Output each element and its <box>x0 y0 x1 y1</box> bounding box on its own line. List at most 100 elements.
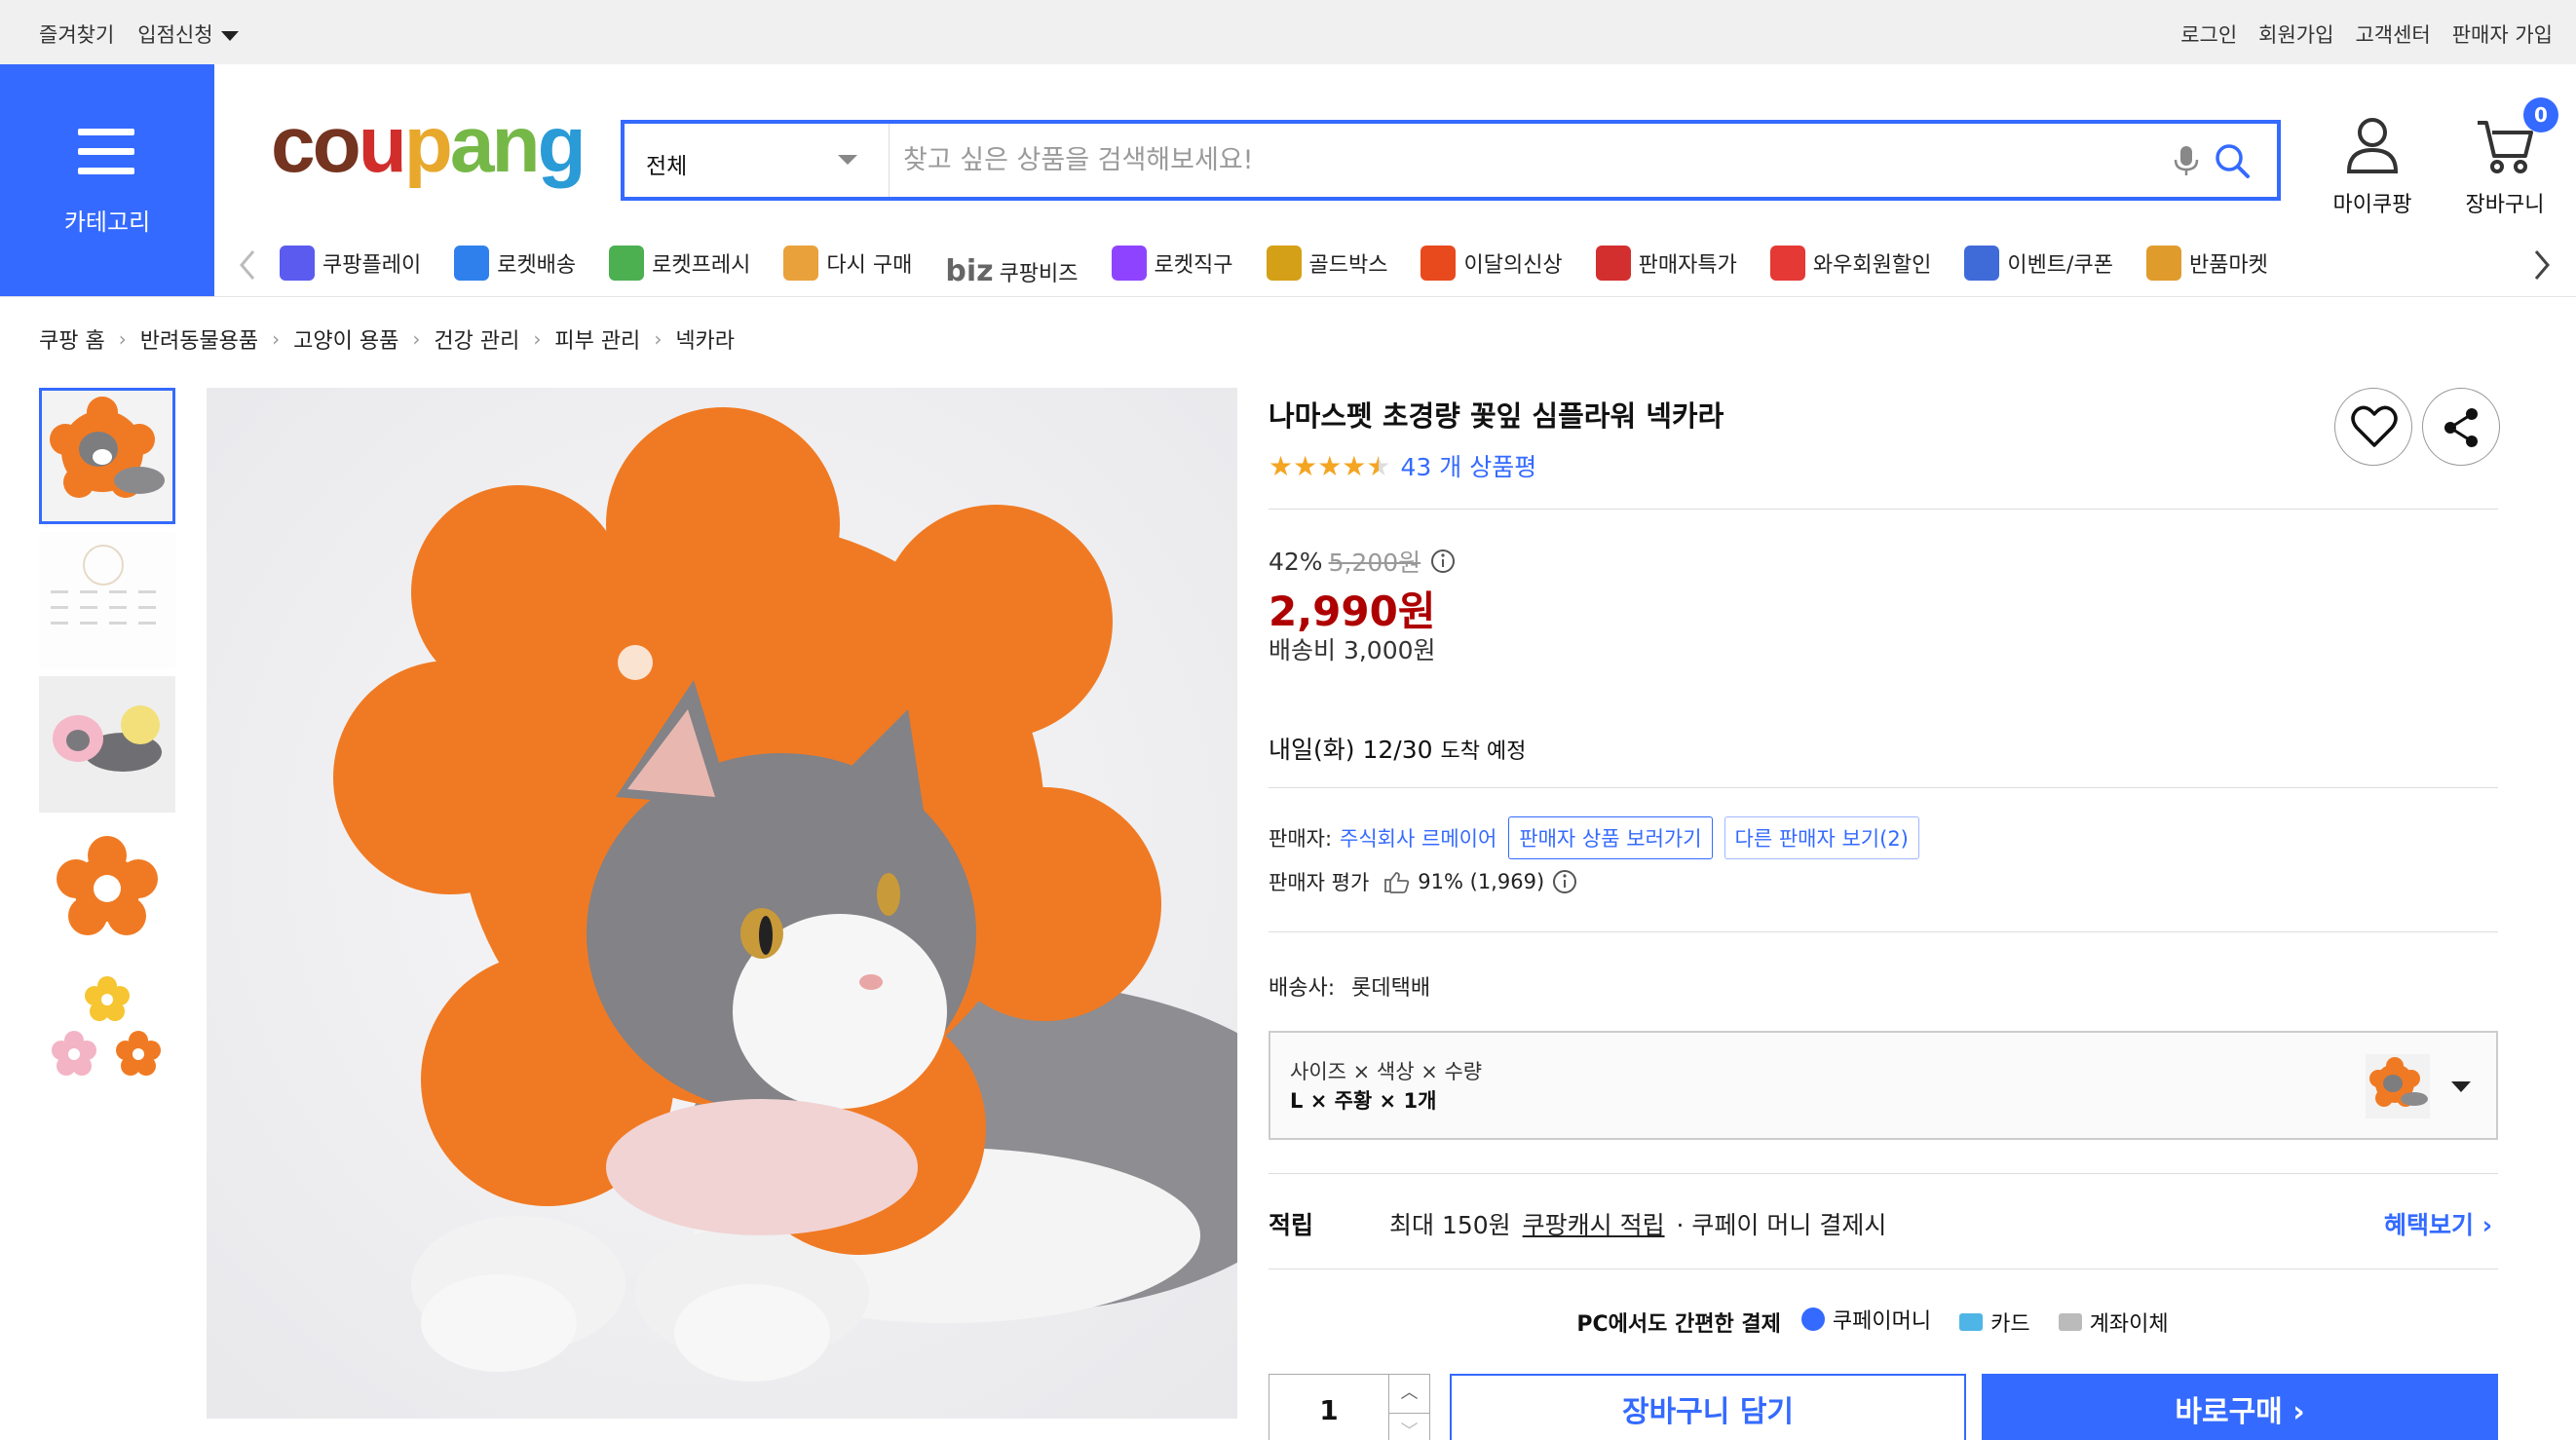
thumbnail-4[interactable] <box>39 820 175 957</box>
arrival-suffix: 도착 예정 <box>1440 739 1527 764</box>
breadcrumb-item[interactable]: 반려동물용품 <box>140 323 258 355</box>
service-nav-item[interactable]: biz 쿠팡비즈 <box>945 243 1078 293</box>
wishlist-button[interactable] <box>2334 388 2412 466</box>
review-count-link[interactable]: 43 개 상품평 <box>1401 448 1537 483</box>
divider <box>1269 1173 2498 1174</box>
service-icon <box>1111 246 1147 281</box>
category-menu-button[interactable]: 카테고리 <box>0 64 214 296</box>
service-label: 로켓직구 <box>1154 253 1233 278</box>
service-nav-item[interactable]: 다시 구매 <box>783 234 912 292</box>
pay-coupay: 쿠페이머니 <box>1800 1304 1932 1335</box>
partner-apply-dropdown[interactable]: 입점신청 <box>137 19 239 49</box>
service-nav-item[interactable]: 로켓직구 <box>1111 234 1233 292</box>
add-to-cart-button[interactable]: 장바구니 담기 <box>1450 1374 1966 1440</box>
reward-condition: · 쿠페이 머니 결제시 <box>1676 1211 1887 1239</box>
search-icon[interactable] <box>2211 139 2254 182</box>
pay-title: PC에서도 간편한 결제 <box>1576 1312 1781 1337</box>
service-nav-item[interactable]: 이벤트/쿠폰 <box>1964 234 2113 292</box>
benefit-link[interactable]: 혜택보기 › <box>2384 1206 2492 1241</box>
seller-signup-link[interactable]: 판매자 가입 <box>2452 19 2553 49</box>
option-value: L × 주황 × 1개 <box>1290 1089 1437 1113</box>
breadcrumb-item[interactable]: 피부 관리 <box>554 323 640 355</box>
service-nav-item[interactable]: 골드박스 <box>1266 234 1388 292</box>
service-nav: 쿠팡플레이 로켓배송 로켓프레시 다시 구매 biz 쿠팡비즈 로켓직구 골드박스 이달의신상 판… <box>229 234 2567 292</box>
service-nav-items: 쿠팡플레이 로켓배송 로켓프레시 다시 구매 biz 쿠팡비즈 로켓직구 골드박스 이달의신상 판… <box>280 234 2520 292</box>
main-product-image[interactable] <box>207 388 1237 1419</box>
quantity-value[interactable]: 1 <box>1269 1394 1388 1426</box>
service-label: 반품마켓 <box>2188 253 2268 278</box>
seller-name-link[interactable]: 주식회사 르메이어 <box>1340 823 1496 853</box>
service-nav-item[interactable]: 반품마켓 <box>2145 234 2268 292</box>
quantity-increase-button[interactable]: ︿ <box>1388 1375 1429 1414</box>
arrival-date: 내일(화) 12/30 <box>1269 736 1433 764</box>
thumbnail-5[interactable] <box>39 965 175 1101</box>
breadcrumb-separator-icon: › <box>272 327 281 351</box>
service-nav-item[interactable]: 쿠팡플레이 <box>280 234 421 292</box>
favorites-link[interactable]: 즐겨찾기 <box>39 19 114 49</box>
my-coupang-button[interactable]: 마이쿠팡 <box>2319 115 2426 218</box>
seller-products-button[interactable]: 판매자 상품 보러가기 <box>1508 816 1713 859</box>
breadcrumb-separator-icon: › <box>533 327 542 351</box>
service-nav-item[interactable]: 이달의신상 <box>1421 234 1563 292</box>
info-icon[interactable] <box>1430 549 1456 574</box>
search-input[interactable] <box>903 135 2150 184</box>
quantity-stepper: 1 ︿ ﹀ <box>1269 1374 1430 1440</box>
seller-rating-label: 판매자 평가 <box>1269 871 1370 894</box>
divider <box>1269 787 2498 788</box>
service-nav-item[interactable]: 판매자특가 <box>1595 234 1737 292</box>
product-rating[interactable]: ★★★★★ 43 개 상품평 <box>1269 448 1536 483</box>
signup-link[interactable]: 회원가입 <box>2258 19 2333 49</box>
cart-count-badge: 0 <box>2523 97 2558 133</box>
breadcrumb-item[interactable]: 건강 관리 <box>434 323 519 355</box>
service-nav-item[interactable]: 와우회원할인 <box>1769 234 1931 292</box>
bank-icon <box>2058 1313 2082 1331</box>
thumbnail-3[interactable] <box>39 676 175 813</box>
logo-part: g <box>537 100 587 189</box>
discount-rate: 42% <box>1269 547 1323 576</box>
coupang-cash-link[interactable]: 쿠팡캐시 적립 <box>1523 1211 1665 1239</box>
service-nav-item[interactable]: 로켓배송 <box>454 234 576 292</box>
caret-down-icon <box>220 31 239 41</box>
thumbnail-2[interactable] <box>39 532 175 668</box>
service-icon <box>280 246 315 281</box>
chevron-left-icon[interactable] <box>234 246 263 284</box>
breadcrumb-item[interactable]: 쿠팡 홈 <box>39 323 105 355</box>
other-sellers-button[interactable]: 다른 판매자 보기(2) <box>1724 816 1919 859</box>
breadcrumb-item[interactable]: 고양이 용품 <box>293 323 398 355</box>
reward-label: 적립 <box>1269 1211 1314 1239</box>
coupang-logo[interactable]: coupang <box>271 105 587 185</box>
thumbnail-1[interactable] <box>39 388 175 524</box>
support-link[interactable]: 고객센터 <box>2355 19 2430 49</box>
header-divider <box>0 296 2576 297</box>
cart-button[interactable]: 0 장바구니 <box>2451 97 2558 218</box>
search-scope-select[interactable]: 전체 <box>625 124 890 197</box>
pay-transfer: 계좌이체 <box>2058 1307 2169 1338</box>
courier-name: 롯데택배 <box>1351 976 1431 1001</box>
share-button[interactable] <box>2422 388 2500 466</box>
thumbnail-list <box>39 388 175 1109</box>
rating-stars: ★★★★★ <box>1269 449 1391 482</box>
service-icon <box>1769 246 1805 281</box>
reward-amount: 최대 150원 <box>1389 1211 1511 1239</box>
divider <box>1269 931 2498 932</box>
info-icon[interactable] <box>1552 869 1577 894</box>
chevron-down-icon <box>838 155 857 165</box>
cart-label: 장바구니 <box>2465 193 2545 217</box>
option-select[interactable]: 사이즈 × 색상 × 수량 L × 주황 × 1개 <box>1269 1031 2498 1140</box>
service-icon <box>609 246 645 281</box>
breadcrumb-item[interactable]: 넥카라 <box>675 323 735 355</box>
chevron-right-icon[interactable] <box>2526 246 2556 284</box>
breadcrumb-separator-icon: › <box>412 327 421 351</box>
divider <box>1269 509 2498 510</box>
chevron-right-icon: › <box>2481 1211 2492 1239</box>
service-nav-item[interactable]: 로켓프레시 <box>609 234 750 292</box>
login-link[interactable]: 로그인 <box>2180 19 2237 49</box>
service-label: 판매자특가 <box>1638 253 1737 278</box>
service-label: 쿠팡비즈 <box>999 261 1079 286</box>
service-label: 골드박스 <box>1308 253 1388 278</box>
buy-now-button[interactable]: 바로구매 › <box>1982 1374 2498 1440</box>
microphone-icon[interactable] <box>2167 141 2206 180</box>
pay-method-label: 쿠페이머니 <box>1832 1309 1932 1334</box>
partner-apply-label: 입점신청 <box>137 23 213 47</box>
quantity-decrease-button[interactable]: ﹀ <box>1388 1414 1429 1440</box>
